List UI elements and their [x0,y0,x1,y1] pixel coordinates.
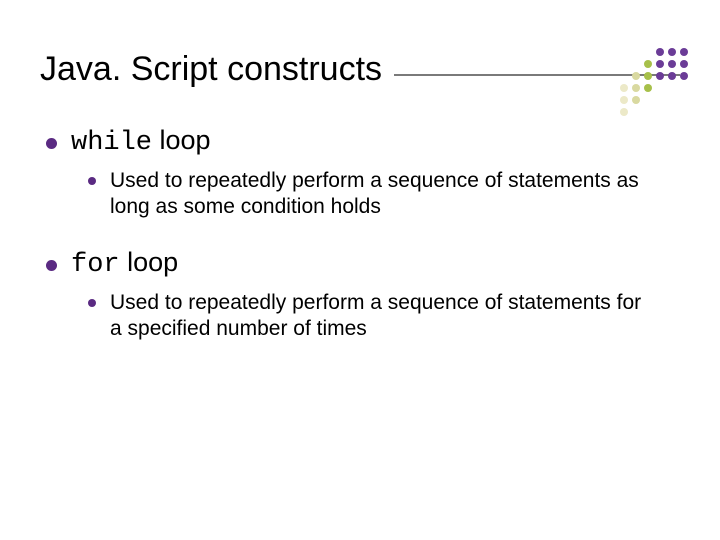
dot-icon [656,48,664,56]
dot-icon [620,60,628,68]
dot-icon [668,84,676,92]
sub-item-text: Used to repeatedly perform a sequence of… [110,290,648,343]
item-text: while loop [71,125,211,158]
keyword: while [71,128,152,158]
content: while loop Used to repeatedly perform a … [40,125,680,342]
dot-icon [656,60,664,68]
dot-icon [668,72,676,80]
bullet-icon [88,299,96,307]
dot-icon [632,84,640,92]
dot-icon [632,72,640,80]
bullet-icon [88,177,96,185]
slide: Java. Script constructs while loop Used … [0,0,720,402]
dot-icon [680,72,688,80]
dot-icon [644,84,652,92]
dot-icon [644,60,652,68]
decorative-dots [620,48,690,118]
dot-icon [632,60,640,68]
dot-icon [632,108,640,116]
dot-icon [668,108,676,116]
dot-icon [620,84,628,92]
dot-icon [620,48,628,56]
list-item: for loop [46,247,680,280]
dot-icon [680,84,688,92]
suffix: loop [120,247,179,277]
sub-list-item: Used to repeatedly perform a sequence of… [88,290,648,343]
dot-icon [680,96,688,104]
dot-icon [656,84,664,92]
dot-icon [680,48,688,56]
dot-icon [656,96,664,104]
dot-icon [656,72,664,80]
bullet-icon [46,138,57,149]
slide-title: Java. Script constructs [40,50,382,89]
dot-icon [620,108,628,116]
suffix: loop [152,125,211,155]
dot-icon [668,48,676,56]
dot-icon [620,72,628,80]
list-item: while loop [46,125,680,158]
dot-icon [632,96,640,104]
dot-icon [656,108,664,116]
dot-icon [668,60,676,68]
dot-icon [620,96,628,104]
bullet-icon [46,260,57,271]
dot-icon [632,48,640,56]
keyword: for [71,250,120,280]
dot-icon [644,108,652,116]
dot-icon [680,60,688,68]
dot-icon [668,96,676,104]
item-text: for loop [71,247,178,280]
title-row: Java. Script constructs [40,50,680,89]
dot-icon [644,48,652,56]
dot-icon [680,108,688,116]
dot-icon [644,72,652,80]
sub-item-text: Used to repeatedly perform a sequence of… [110,168,648,221]
sub-list-item: Used to repeatedly perform a sequence of… [88,168,648,221]
dot-icon [644,96,652,104]
